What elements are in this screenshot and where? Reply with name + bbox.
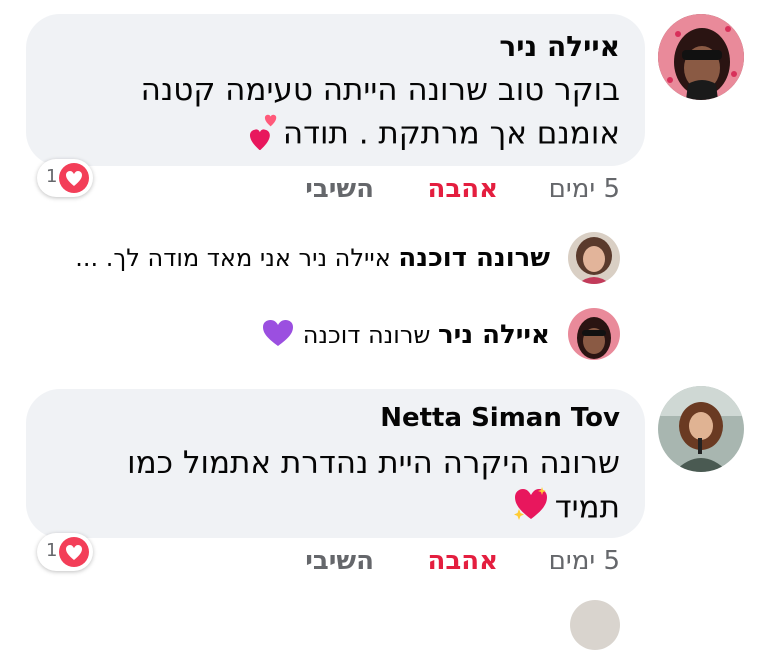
love-reaction-icon — [58, 162, 90, 194]
avatar-netta-siman-tov[interactable] — [658, 386, 744, 472]
reply-button[interactable]: השיבי — [305, 546, 374, 576]
love-button[interactable]: אהבה — [427, 174, 498, 204]
comment-line: אומנם אך מרתקת . תודה — [245, 110, 620, 160]
reply-text: איילה ניר שרונה דוכנה — [261, 318, 550, 354]
comment-line: תמיד — [511, 485, 620, 533]
avatar-ayala-nir[interactable] — [658, 14, 744, 100]
comment-timestamp[interactable]: 5 ימים — [549, 546, 620, 576]
love-reaction-icon — [58, 536, 90, 568]
reply-text: שרונה דוכנה איילה ניר אני מאד מודה לך. .… — [75, 243, 550, 273]
comment-timestamp[interactable]: 5 ימים — [549, 174, 620, 204]
comment-line: שרונה היקרה היית נהדרת אתמול כמו — [127, 445, 620, 481]
avatar-sharona-duchna[interactable] — [568, 232, 620, 284]
two-hearts-icon — [245, 110, 281, 160]
reaction-count[interactable]: 1 — [37, 159, 93, 197]
avatar-ayala-nir-small[interactable] — [568, 308, 620, 360]
sparkling-heart-icon — [511, 485, 551, 533]
reply-author[interactable]: שרונה דוכנה — [398, 243, 550, 273]
reaction-count[interactable]: 1 — [37, 533, 93, 571]
love-button[interactable]: אהבה — [427, 546, 498, 576]
reply-button[interactable]: השיבי — [305, 174, 374, 204]
comment-line: בוקר טוב שרונה הייתה טעימה קטנה — [140, 72, 620, 108]
comment-author[interactable]: איילה ניר — [499, 30, 620, 63]
comment-author[interactable]: Netta Siman Tov — [380, 403, 620, 433]
purple-heart-icon — [261, 318, 295, 354]
reply-author[interactable]: איילה ניר — [438, 320, 550, 350]
